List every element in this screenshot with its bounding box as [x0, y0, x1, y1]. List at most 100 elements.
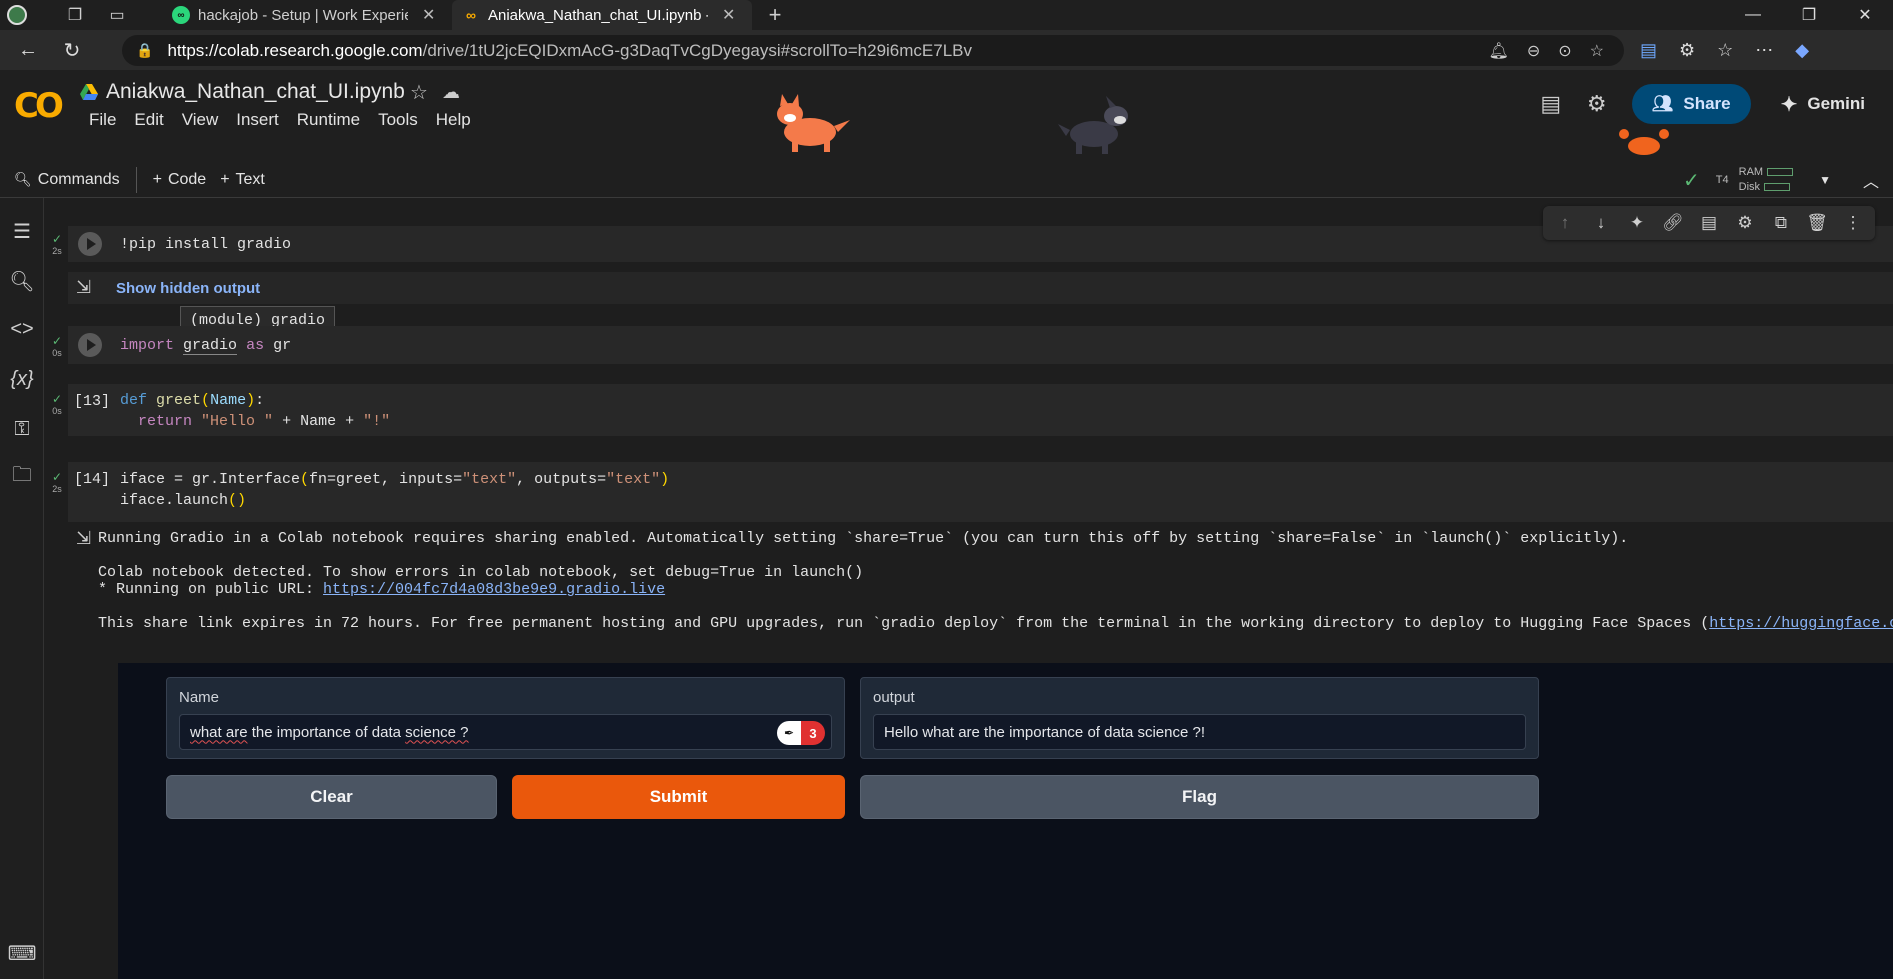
- close-icon[interactable]: ✕: [422, 5, 435, 25]
- move-down-icon[interactable]: ↓: [1585, 213, 1617, 233]
- url-field[interactable]: 🔒 https://colab.research.google.com /dri…: [122, 35, 1624, 66]
- menu-tools[interactable]: Tools: [369, 110, 427, 130]
- clear-button[interactable]: Clear: [166, 775, 497, 819]
- back-icon[interactable]: ←: [8, 30, 48, 70]
- files-folder-icon[interactable]: 🗀: [0, 462, 44, 492]
- add-code-button[interactable]: + Code: [139, 171, 221, 189]
- runtime-dropdown-icon[interactable]: ▼: [1819, 173, 1831, 187]
- cell-settings-icon[interactable]: ⚙: [1729, 213, 1761, 233]
- left-sidebar: ☰ 🔍︎ <> {x} ⚿ 🗀 ⌨: [0, 198, 44, 979]
- output-toggle-icon[interactable]: ⇲: [76, 277, 91, 298]
- tab-hackajob[interactable]: ∞ hackajob - Setup | Work Experien ✕: [162, 0, 452, 30]
- star-icon[interactable]: ☆: [410, 80, 428, 105]
- cell-code[interactable]: iface = gr.Interface(fn=greet, inputs="t…: [120, 469, 669, 511]
- settings-gear-icon[interactable]: ⚙: [1574, 84, 1620, 124]
- variables-icon[interactable]: {x}: [0, 364, 44, 394]
- vertical-tabs-icon[interactable]: ▭: [102, 0, 132, 30]
- profile-icon[interactable]: [0, 0, 34, 30]
- table-of-contents-icon[interactable]: ☰: [0, 216, 44, 246]
- terminal-icon[interactable]: ⌨: [0, 938, 44, 968]
- menu-insert[interactable]: Insert: [227, 110, 288, 130]
- notebook-title[interactable]: Aniakwa_Nathan_chat_UI.ipynb: [106, 80, 405, 104]
- reload-icon[interactable]: ↻: [52, 30, 92, 70]
- cloud-saved-icon[interactable]: ☁: [442, 82, 460, 103]
- gemini-button[interactable]: ✦ Gemini: [1781, 92, 1865, 117]
- output-label: output: [873, 689, 915, 706]
- grammar-badge[interactable]: ✒ 3: [777, 721, 825, 745]
- resource-monitor[interactable]: RAM Disk: [1739, 165, 1794, 195]
- minimize-icon[interactable]: —: [1725, 0, 1781, 30]
- bell-icon[interactable]: 🔔︎: [1489, 41, 1509, 61]
- gemini-cell-icon[interactable]: ✦: [1621, 213, 1653, 233]
- public-url-link[interactable]: https://004fc7d4a08d3be9e9.gradio.live: [323, 581, 665, 598]
- gemini-sparkle-icon: ✦: [1780, 93, 1798, 116]
- hidden-output-row[interactable]: ⇲ Show hidden output: [68, 272, 1893, 304]
- comment-icon[interactable]: ▤: [1693, 213, 1725, 233]
- feather-icon: ✒: [777, 721, 801, 745]
- cell-code[interactable]: import gradio as gr: [120, 335, 291, 356]
- run-cell-button[interactable]: [78, 232, 102, 256]
- exec-status: ✓ 0s: [51, 392, 63, 416]
- code-snippets-icon[interactable]: <>: [0, 314, 44, 344]
- cell-toolbar: ↑ ↓ ✦ 🔗︎ ▤ ⚙ ⧉ 🗑︎ ⋮: [1543, 206, 1875, 240]
- close-window-icon[interactable]: ✕: [1837, 0, 1893, 30]
- add-text-button[interactable]: + Text: [220, 171, 279, 189]
- more-icon[interactable]: ⊙: [1558, 41, 1571, 61]
- settings-more-icon[interactable]: ⋯: [1755, 40, 1773, 61]
- code-cell-import[interactable]: ✓ 0s import gradio as gr: [52, 326, 1893, 364]
- corgi-mascot: [777, 94, 850, 152]
- menu-help[interactable]: Help: [427, 110, 480, 130]
- output-textbox[interactable]: Hello what are the importance of data sc…: [873, 714, 1526, 750]
- workspaces-icon[interactable]: ❐: [60, 0, 90, 30]
- find-replace-icon[interactable]: 🔍︎: [0, 266, 44, 296]
- plus-icon: +: [220, 170, 230, 188]
- new-tab-icon[interactable]: +: [760, 0, 790, 30]
- share-button[interactable]: 👥︎ Share: [1631, 84, 1751, 124]
- copilot-icon[interactable]: ◆: [1795, 40, 1809, 61]
- connected-check-icon: ✓: [1683, 169, 1700, 192]
- runtime-status[interactable]: ✓ T4 RAM Disk ▼ ︿: [1683, 162, 1879, 198]
- gradio-app: Name what are the importance of data sci…: [118, 663, 1893, 979]
- gemini-label: Gemini: [1807, 94, 1865, 113]
- code-cell-greet[interactable]: ✓ 0s [13] def greet(Name): return "Hello …: [52, 384, 1893, 436]
- menu-runtime[interactable]: Runtime: [288, 110, 369, 130]
- cell-code[interactable]: def greet(Name): return "Hello " + Name …: [120, 390, 390, 432]
- extension-doc-icon[interactable]: ▤: [1640, 40, 1657, 61]
- flag-button[interactable]: Flag: [860, 775, 1539, 819]
- secrets-key-icon[interactable]: ⚿: [0, 414, 44, 444]
- code-cell-pip-install[interactable]: ✓ 2s !pip install gradio ↑ ↓ ✦ 🔗︎ ▤ ⚙ ⧉ 🗑…: [52, 206, 1893, 262]
- move-up-icon[interactable]: ↑: [1549, 213, 1581, 233]
- crab-mascot: [1619, 129, 1669, 155]
- menu-file[interactable]: File: [80, 110, 125, 130]
- colab-logo[interactable]: CO: [14, 86, 64, 126]
- mirror-cell-icon[interactable]: ⧉: [1765, 213, 1797, 233]
- browser-tab-bar: ❐ ▭ ∞ hackajob - Setup | Work Experien ✕…: [0, 0, 1893, 30]
- zoom-out-icon[interactable]: ⊖: [1527, 41, 1540, 61]
- cell-code[interactable]: !pip install gradio: [120, 234, 291, 255]
- menu-edit[interactable]: Edit: [125, 110, 172, 130]
- collapse-header-icon[interactable]: ︿: [1863, 168, 1879, 192]
- comments-icon[interactable]: ▤: [1528, 84, 1574, 124]
- huggingface-link[interactable]: https://huggingface.co/spa: [1709, 615, 1893, 632]
- extensions-icon[interactable]: ⚙: [1679, 40, 1695, 61]
- code-cell-interface[interactable]: ✓ 2s [14] iface = gr.Interface(fn=greet, …: [52, 462, 1893, 522]
- execution-count: [13]: [74, 393, 111, 410]
- show-hidden-output-link[interactable]: Show hidden output: [116, 280, 260, 297]
- plus-icon: +: [152, 170, 162, 188]
- tab-colab-notebook[interactable]: ∞ Aniakwa_Nathan_chat_UI.ipynb - ( ✕: [452, 0, 752, 30]
- run-cell-button[interactable]: [78, 333, 102, 357]
- menu-view[interactable]: View: [173, 110, 228, 130]
- submit-button[interactable]: Submit: [512, 775, 845, 819]
- delete-icon[interactable]: 🗑︎: [1801, 213, 1833, 233]
- output-toggle-icon[interactable]: ⇲: [76, 528, 91, 549]
- input-panel: Name what are the importance of data sci…: [166, 677, 845, 759]
- close-icon[interactable]: ✕: [722, 5, 735, 25]
- commands-button[interactable]: 🔍︎ Commands: [0, 171, 134, 189]
- more-vert-icon[interactable]: ⋮: [1837, 213, 1869, 233]
- maximize-icon[interactable]: ❐: [1781, 0, 1837, 30]
- favorites-icon[interactable]: ☆: [1717, 40, 1733, 61]
- name-input[interactable]: what are the importance of data science …: [179, 714, 832, 750]
- link-icon[interactable]: 🔗︎: [1657, 213, 1689, 233]
- favorite-star-icon[interactable]: ☆: [1590, 41, 1604, 61]
- people-icon: 👥︎: [1651, 94, 1674, 113]
